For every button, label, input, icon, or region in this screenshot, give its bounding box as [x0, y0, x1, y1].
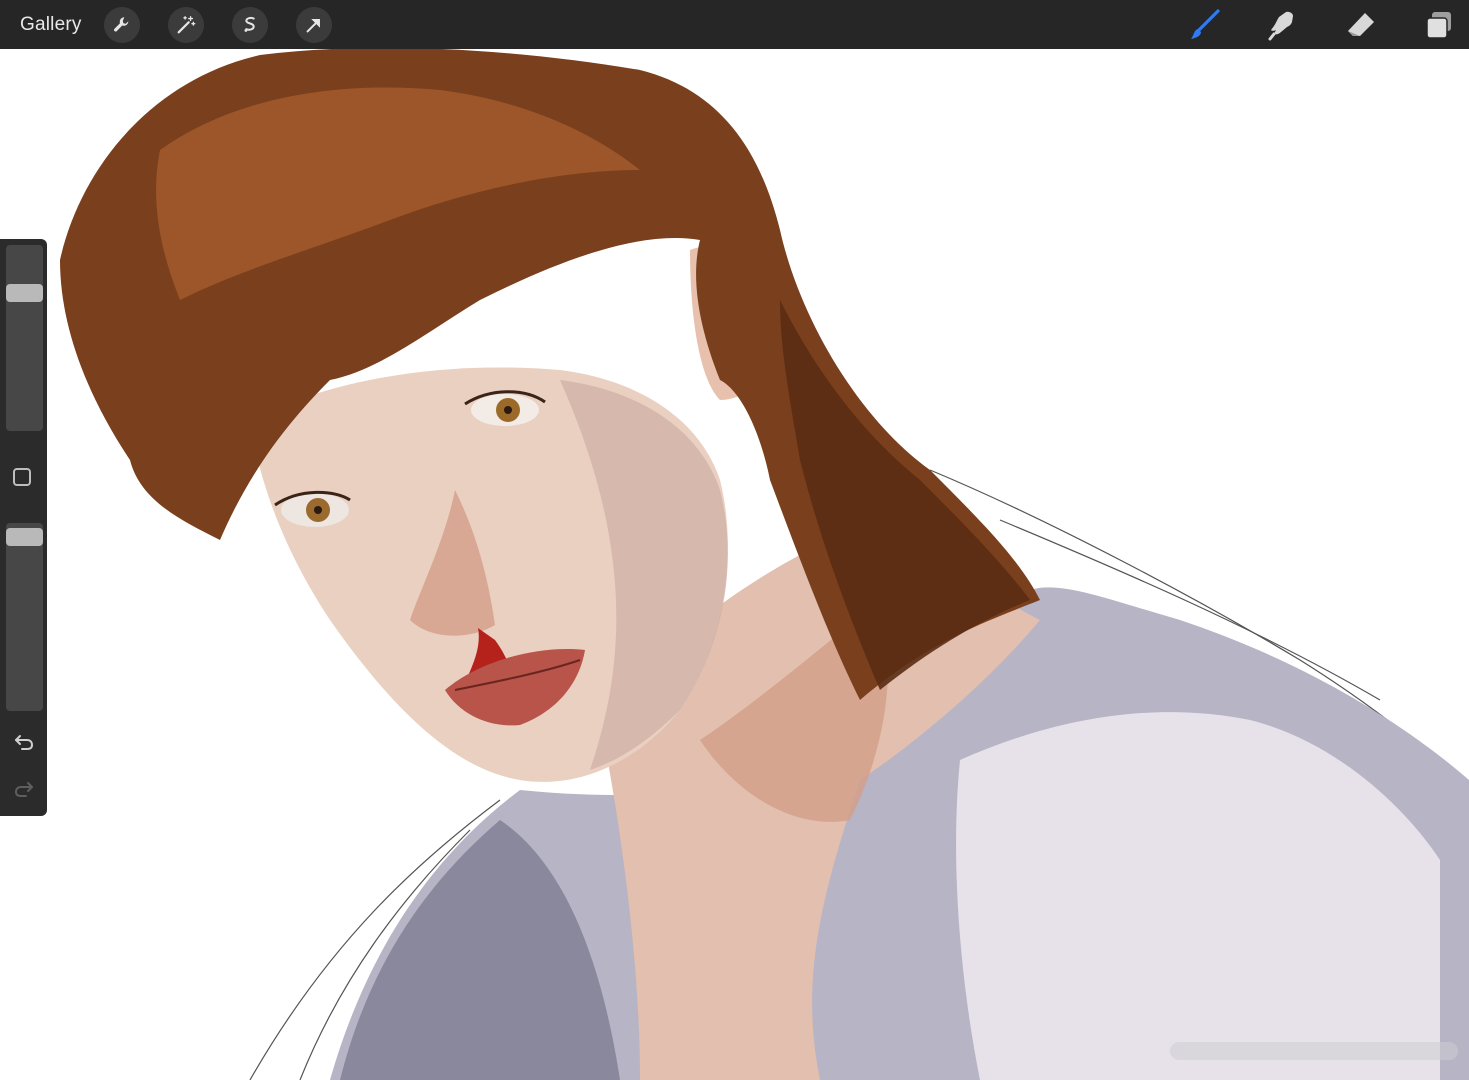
paint-tools — [1147, 0, 1459, 49]
adjustments-button[interactable] — [167, 6, 204, 43]
selection-button[interactable] — [231, 6, 268, 43]
brush-size-thumb[interactable] — [6, 284, 43, 302]
undo-button[interactable] — [10, 727, 38, 755]
transform-arrow-icon — [306, 18, 320, 32]
redo-icon — [14, 782, 33, 797]
drawing-canvas[interactable] — [0, 49, 1469, 1080]
brush-opacity-slider[interactable] — [6, 523, 43, 711]
wrench-icon — [113, 16, 128, 32]
magic-wand-icon — [177, 15, 195, 33]
selection-icon — [244, 16, 255, 32]
paint-tool-button[interactable] — [1185, 5, 1225, 45]
modify-button-icon[interactable] — [13, 468, 31, 486]
brush-opacity-thumb[interactable] — [6, 528, 43, 546]
layers-icon — [1426, 11, 1451, 39]
brush-size-slider[interactable] — [6, 245, 43, 431]
gallery-button[interactable]: Gallery — [20, 14, 82, 36]
layers-button[interactable] — [1419, 5, 1459, 45]
eraser-icon — [1348, 12, 1374, 36]
actions-button[interactable] — [103, 6, 140, 43]
redo-button[interactable] — [10, 774, 38, 802]
eraser-tool-button[interactable] — [1341, 5, 1381, 45]
brush-icon — [1191, 8, 1220, 39]
smudge-icon — [1268, 11, 1293, 40]
top-toolbar: Gallery — [0, 0, 1469, 49]
watermark — [1170, 1042, 1458, 1060]
smudge-tool-button[interactable] — [1263, 5, 1303, 45]
transform-button[interactable] — [295, 6, 332, 43]
undo-icon — [15, 735, 34, 750]
left-sidebar — [0, 239, 47, 816]
